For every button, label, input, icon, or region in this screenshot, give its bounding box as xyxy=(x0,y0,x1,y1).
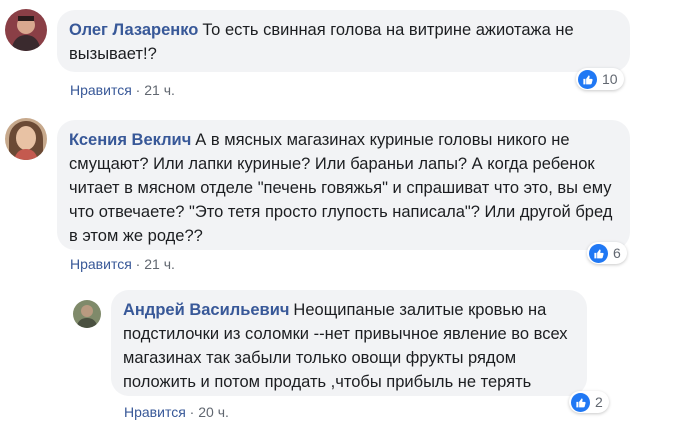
reaction-count-2[interactable]: 6 xyxy=(587,242,627,264)
like-link-1[interactable]: Нравится xyxy=(70,82,132,98)
comment-bubble-1: Олег Лазаренко То есть свинная голова на … xyxy=(57,10,630,72)
comment-bubble-2: Ксения Веклич А в мясных магазинах курины… xyxy=(57,120,630,250)
avatar-oleg-image xyxy=(5,9,47,51)
thumbs-up-icon xyxy=(578,69,597,89)
separator-dot-3: · xyxy=(189,404,195,420)
comment-actions-1: Нравится · 21 ч. xyxy=(70,82,175,98)
comment-bubble-3: Андрей Васильевич Неощипаные залитые кров… xyxy=(111,290,587,396)
timestamp-1[interactable]: 21 ч. xyxy=(144,82,175,98)
reaction-number-3: 2 xyxy=(595,394,603,410)
reaction-count-3[interactable]: 2 xyxy=(569,391,609,413)
timestamp-2[interactable]: 21 ч. xyxy=(144,256,175,272)
avatar-kseniya-image xyxy=(5,118,47,160)
comment-author-1[interactable]: Олег Лазаренко xyxy=(69,21,198,39)
avatar-andrey[interactable] xyxy=(73,300,101,328)
reaction-count-1[interactable]: 10 xyxy=(576,68,624,90)
avatar-kseniya[interactable] xyxy=(5,118,47,160)
separator-dot-1: · xyxy=(135,82,141,98)
separator-dot-2: · xyxy=(135,256,141,272)
avatar-oleg[interactable] xyxy=(5,9,47,51)
comment-actions-3: Нравится · 20 ч. xyxy=(124,404,229,420)
reaction-number-2: 6 xyxy=(613,245,621,261)
timestamp-3[interactable]: 20 ч. xyxy=(198,404,229,420)
thumbs-up-icon xyxy=(589,243,608,263)
avatar-andrey-image xyxy=(73,300,101,328)
comment-actions-2: Нравится · 21 ч. xyxy=(70,256,175,272)
like-link-2[interactable]: Нравится xyxy=(70,256,132,272)
thumbs-up-icon xyxy=(571,392,590,412)
comment-author-3[interactable]: Андрей Васильевич xyxy=(123,301,289,319)
reaction-number-1: 10 xyxy=(602,71,618,87)
comment-author-2[interactable]: Ксения Веклич xyxy=(69,131,191,149)
like-link-3[interactable]: Нравится xyxy=(124,404,186,420)
